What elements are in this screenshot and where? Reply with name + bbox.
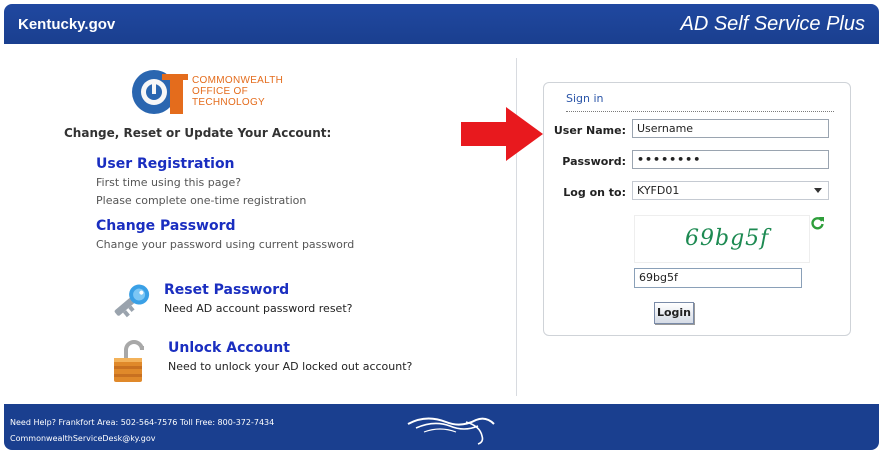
change-heading: Change, Reset or Update Your Account:	[64, 126, 332, 140]
signin-title: Sign in	[566, 92, 604, 105]
change-password-link[interactable]: Change Password	[96, 218, 236, 234]
padlock-icon	[114, 340, 144, 382]
logon-domain-select[interactable]: KYFD01	[632, 181, 829, 200]
logon-domain-value: KYFD01	[637, 184, 680, 197]
reset-password-desc: Need AD account password reset?	[164, 302, 353, 315]
user-registration-desc2: Please complete one-time registration	[96, 194, 307, 207]
logo-line1: COMMONWEALTH	[192, 75, 284, 86]
login-button[interactable]: Login	[654, 302, 694, 324]
user-registration-desc1: First time using this page?	[96, 176, 242, 189]
logo-line2: OFFICE OF	[192, 86, 249, 97]
logon-label: Log on to:	[563, 186, 626, 199]
user-registration-link[interactable]: User Registration	[96, 156, 235, 172]
password-input[interactable]: ••••••••	[632, 150, 829, 169]
signin-divider	[566, 111, 834, 112]
reset-password-link[interactable]: Reset Password	[164, 282, 289, 298]
kentucky-gov-logo[interactable]: Kentucky.gov	[18, 16, 115, 33]
header-bar: Kentucky.gov AD Self Service Plus	[4, 4, 879, 44]
change-password-desc: Change your password using current passw…	[96, 238, 355, 251]
key-icon	[114, 284, 150, 318]
footer-help-text: Need Help? Frankfort Area: 502-564-7576 …	[10, 418, 275, 427]
kentucky-horse-logo-icon	[407, 417, 495, 445]
unlock-account-link[interactable]: Unlock Account	[168, 340, 290, 356]
password-label: Password:	[562, 155, 626, 168]
username-input[interactable]: Username	[632, 119, 829, 138]
unlock-account-desc: Need to unlock your AD locked out accoun…	[168, 360, 413, 373]
captcha-input[interactable]: 69bg5f	[634, 268, 802, 288]
captcha-image: 69bg5f	[634, 215, 810, 263]
chevron-down-icon	[814, 188, 822, 193]
app-title: AD Self Service Plus	[680, 13, 865, 35]
red-arrow-icon	[461, 107, 543, 161]
refresh-icon[interactable]	[811, 216, 825, 230]
username-label: User Name:	[553, 124, 626, 137]
captcha-text: 69bg5f	[685, 226, 770, 251]
logo-line3: TECHNOLOGY	[192, 97, 266, 108]
footer-email-link[interactable]: CommonwealthServiceDesk@ky.gov	[10, 434, 155, 443]
cot-logo: COMMONWEALTH OFFICE OF TECHNOLOGY	[132, 70, 292, 118]
footer-bar: Need Help? Frankfort Area: 502-564-7576 …	[4, 404, 879, 450]
